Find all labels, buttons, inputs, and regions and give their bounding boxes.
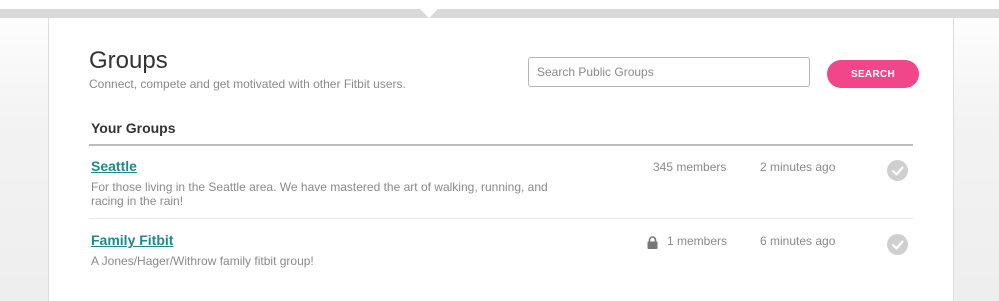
search-button[interactable]: SEARCH [827, 60, 919, 88]
nav-pointer-notch [420, 9, 438, 18]
group-description: For those living in the Seattle area. We… [91, 180, 548, 208]
groups-panel: Groups Connect, compete and get motivate… [48, 18, 954, 301]
your-groups-heading: Your Groups [91, 120, 176, 136]
group-description: A Jones/Hager/Withrow family fitbit grou… [91, 254, 314, 268]
top-nav-bar [0, 9, 999, 18]
lock-icon [647, 236, 658, 249]
page-title: Groups [89, 47, 168, 74]
group-member-count: 345 members [653, 160, 727, 174]
group-row: Seattle For those living in the Seattle … [89, 146, 913, 219]
search-input[interactable] [528, 57, 810, 87]
group-name-link[interactable]: Family Fitbit [91, 232, 173, 248]
check-circle-icon[interactable] [887, 160, 908, 181]
check-circle-icon[interactable] [887, 234, 908, 255]
top-strip [0, 0, 999, 9]
group-last-updated: 6 minutes ago [760, 234, 836, 248]
group-last-updated: 2 minutes ago [760, 160, 836, 174]
page-subtitle: Connect, compete and get motivated with … [89, 77, 406, 91]
group-row: Family Fitbit A Jones/Hager/Withrow fami… [89, 220, 913, 280]
group-name-link[interactable]: Seattle [91, 158, 137, 174]
